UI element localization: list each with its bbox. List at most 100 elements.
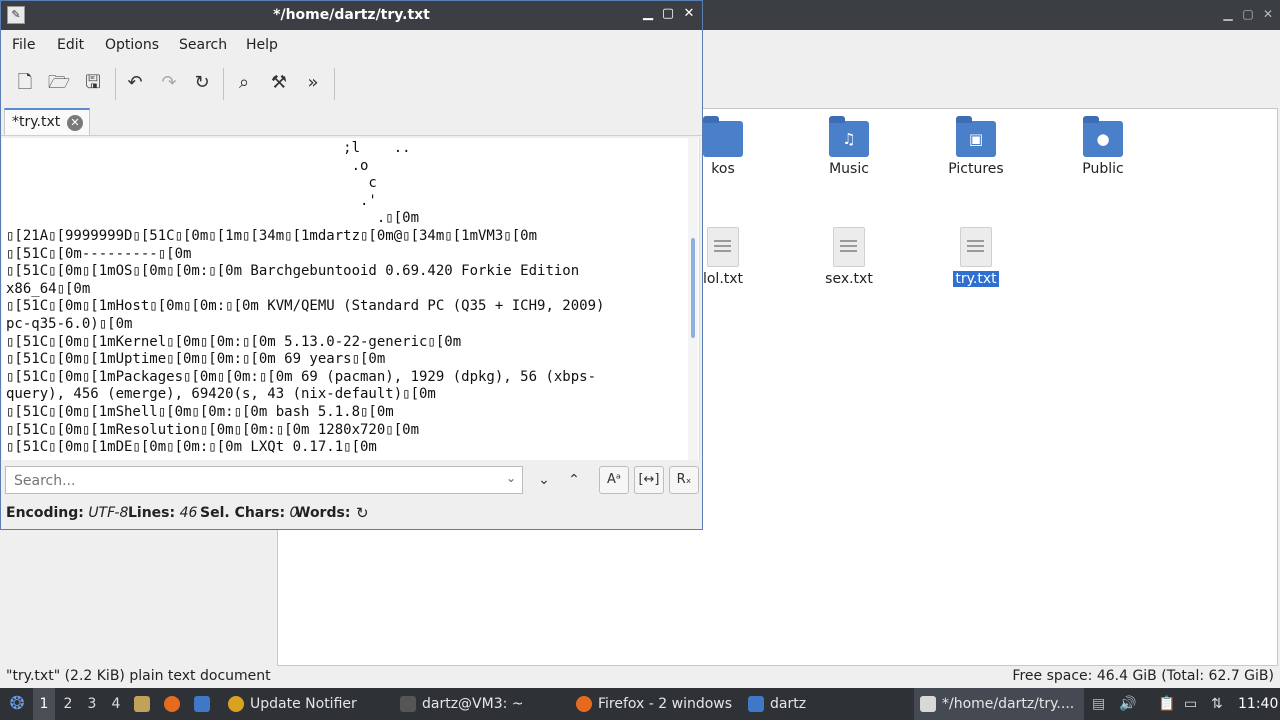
maximize-icon[interactable]: ▢	[1240, 6, 1256, 22]
save-icon[interactable]: 🖫	[79, 69, 107, 97]
workspace-4[interactable]: 4	[105, 688, 127, 720]
show-desktop-icon[interactable]	[194, 688, 216, 720]
clock[interactable]: 11:40	[1238, 688, 1278, 720]
reload-icon[interactable]: ↻	[188, 69, 216, 97]
text-line: .o	[6, 157, 369, 174]
taskbar: ❂ 1 2 3 4 Update Notifier dartz@VM3: ~ F…	[0, 688, 1280, 720]
file-manager-launcher-icon[interactable]	[134, 688, 156, 720]
task-text-editor[interactable]: */home/dartz/try....	[914, 688, 1084, 720]
window-title: */home/dartz/try.txt	[273, 7, 430, 23]
update-notifier-icon	[228, 696, 244, 712]
workspace-1[interactable]: 1	[33, 688, 55, 720]
terminal-icon	[400, 696, 416, 712]
pictures-folder-icon: ▣	[956, 116, 996, 157]
file-item-label: Public	[1082, 161, 1124, 177]
firefox-launcher-icon[interactable]	[164, 688, 186, 720]
firefox-icon	[576, 696, 592, 712]
file-item-label: lol.txt	[702, 271, 744, 287]
more-icon[interactable]: »	[299, 69, 327, 97]
search-input[interactable]	[12, 471, 496, 491]
task-label: */home/dartz/try....	[942, 696, 1075, 712]
vertical-scrollbar[interactable]	[688, 138, 698, 460]
task-label: dartz	[770, 696, 807, 712]
scrollbar-thumb[interactable]	[691, 238, 695, 338]
match-case-icon[interactable]: Aᵃ	[599, 466, 629, 494]
minimize-icon[interactable]: ▁	[639, 6, 657, 21]
volume-icon[interactable]: 🔊	[1119, 688, 1136, 720]
chevron-down-icon[interactable]: ⌄	[506, 471, 516, 485]
words-label: Words:	[295, 505, 351, 521]
close-icon[interactable]: ✕	[1260, 6, 1276, 22]
display-icon[interactable]: ▭	[1184, 688, 1197, 720]
tab-label: *try.txt	[12, 114, 61, 130]
file-item-sex[interactable]: sex.txt	[794, 227, 904, 287]
selection-info: "try.txt" (2.2 KiB) plain text document	[6, 668, 271, 684]
text-line: query), 456 (emerge), 69420(s, 43 (nix-d…	[6, 386, 436, 403]
text-line: .▯[0m	[6, 210, 420, 227]
close-icon[interactable]: ✕	[680, 6, 698, 21]
text-line: ▯[51C▯[0m▯[1mOS▯[0m▯[0m:▯[0m Barchgebunt…	[6, 263, 580, 280]
file-item-pictures[interactable]: ▣ Pictures	[921, 116, 1031, 177]
text-line: ▯[51C▯[0m▯[1mResolution▯[0m▯[0m:▯[0m 128…	[6, 421, 420, 438]
task-label: Update Notifier	[250, 696, 357, 712]
text-file-icon	[960, 227, 992, 267]
search-bar: ⌄ ⌄ ⌃ Aᵃ [↔] Rₓ	[0, 462, 701, 498]
text-line: ▯[51C▯[0m▯[1mHost▯[0m▯[0m:▯[0m KVM/QEMU …	[6, 298, 605, 315]
text-line: x86_64▯[0m	[6, 280, 91, 297]
search-field[interactable]: ⌄	[5, 466, 523, 494]
text-editor-icon	[920, 696, 936, 712]
encoding-value: UTF-8	[88, 505, 129, 521]
file-item-music[interactable]: ♫ Music	[794, 116, 904, 177]
music-folder-icon: ♫	[829, 116, 869, 157]
text-file-icon	[833, 227, 865, 267]
find-previous-icon[interactable]: ⌃	[562, 468, 586, 492]
task-file-manager[interactable]: dartz	[744, 688, 912, 720]
text-line: ▯[51C▯[0m---------▯[0m	[6, 245, 192, 262]
regex-icon[interactable]: Rₓ	[669, 466, 699, 494]
maximize-icon[interactable]: ▢	[659, 6, 677, 21]
file-manager-statusbar: "try.txt" (2.2 KiB) plain text document …	[0, 666, 1280, 688]
menu-file[interactable]: File	[12, 37, 35, 53]
file-item-public[interactable]: ● Public	[1048, 116, 1158, 177]
tab-bar: *try.txt ✕	[1, 106, 702, 136]
refresh-icon[interactable]: ↻	[356, 504, 369, 522]
tray-keyboard-icon[interactable]: ▤	[1092, 688, 1105, 720]
open-folder-icon[interactable]: 🗁	[45, 69, 73, 97]
undo-icon[interactable]: ↶	[121, 69, 149, 97]
find-next-icon[interactable]: ⌄	[532, 468, 556, 492]
menu-search[interactable]: Search	[179, 37, 227, 53]
menu-help[interactable]: Help	[246, 37, 278, 53]
file-item-label: Music	[829, 161, 869, 177]
minimize-icon[interactable]: ▁	[1220, 6, 1236, 22]
tab-close-icon[interactable]: ✕	[67, 115, 83, 131]
text-line: c	[6, 175, 377, 192]
whole-word-icon[interactable]: [↔]	[634, 466, 664, 494]
clipboard-icon[interactable]: 📋	[1158, 688, 1175, 720]
lines-value: 46	[179, 505, 198, 521]
text-area[interactable]: ;l .. .o c .' .▯[0m ▯[21A▯[9999999D▯[51C…	[2, 138, 700, 460]
find-replace-icon[interactable]: ⚒	[265, 69, 293, 97]
workspace-3[interactable]: 3	[81, 688, 103, 720]
menu-edit[interactable]: Edit	[57, 37, 84, 53]
new-file-icon[interactable]: 🗋	[11, 69, 39, 97]
text-line: .'	[6, 192, 377, 209]
menu-options[interactable]: Options	[105, 37, 159, 53]
redo-icon[interactable]: ↷	[155, 69, 183, 97]
file-item-label: Pictures	[948, 161, 1004, 177]
file-item-label: sex.txt	[825, 271, 873, 287]
file-item-try[interactable]: try.txt	[921, 227, 1031, 287]
network-icon[interactable]: ⇅	[1211, 688, 1223, 720]
text-line: ▯[51C▯[0m▯[1mKernel▯[0m▯[0m:▯[0m 5.13.0-…	[6, 333, 462, 350]
text-line: ▯[51C▯[0m▯[1mDE▯[0m▯[0m:▯[0m LXQt 0.17.1…	[6, 439, 377, 456]
text-line: ;l ..	[6, 140, 411, 156]
task-update-notifier[interactable]: Update Notifier	[224, 688, 390, 720]
free-space-info: Free space: 46.4 GiB (Total: 62.7 GiB)	[1012, 668, 1274, 684]
app-menu-icon[interactable]: ❂	[6, 688, 28, 720]
task-terminal[interactable]: dartz@VM3: ~	[396, 688, 566, 720]
workspace-2[interactable]: 2	[57, 688, 79, 720]
task-firefox[interactable]: Firefox - 2 windows	[572, 688, 742, 720]
find-icon[interactable]: ⌕	[230, 69, 258, 97]
lines-label: Lines:	[128, 505, 176, 521]
tab-try-txt[interactable]: *try.txt ✕	[4, 108, 90, 135]
text-file-icon	[707, 227, 739, 267]
